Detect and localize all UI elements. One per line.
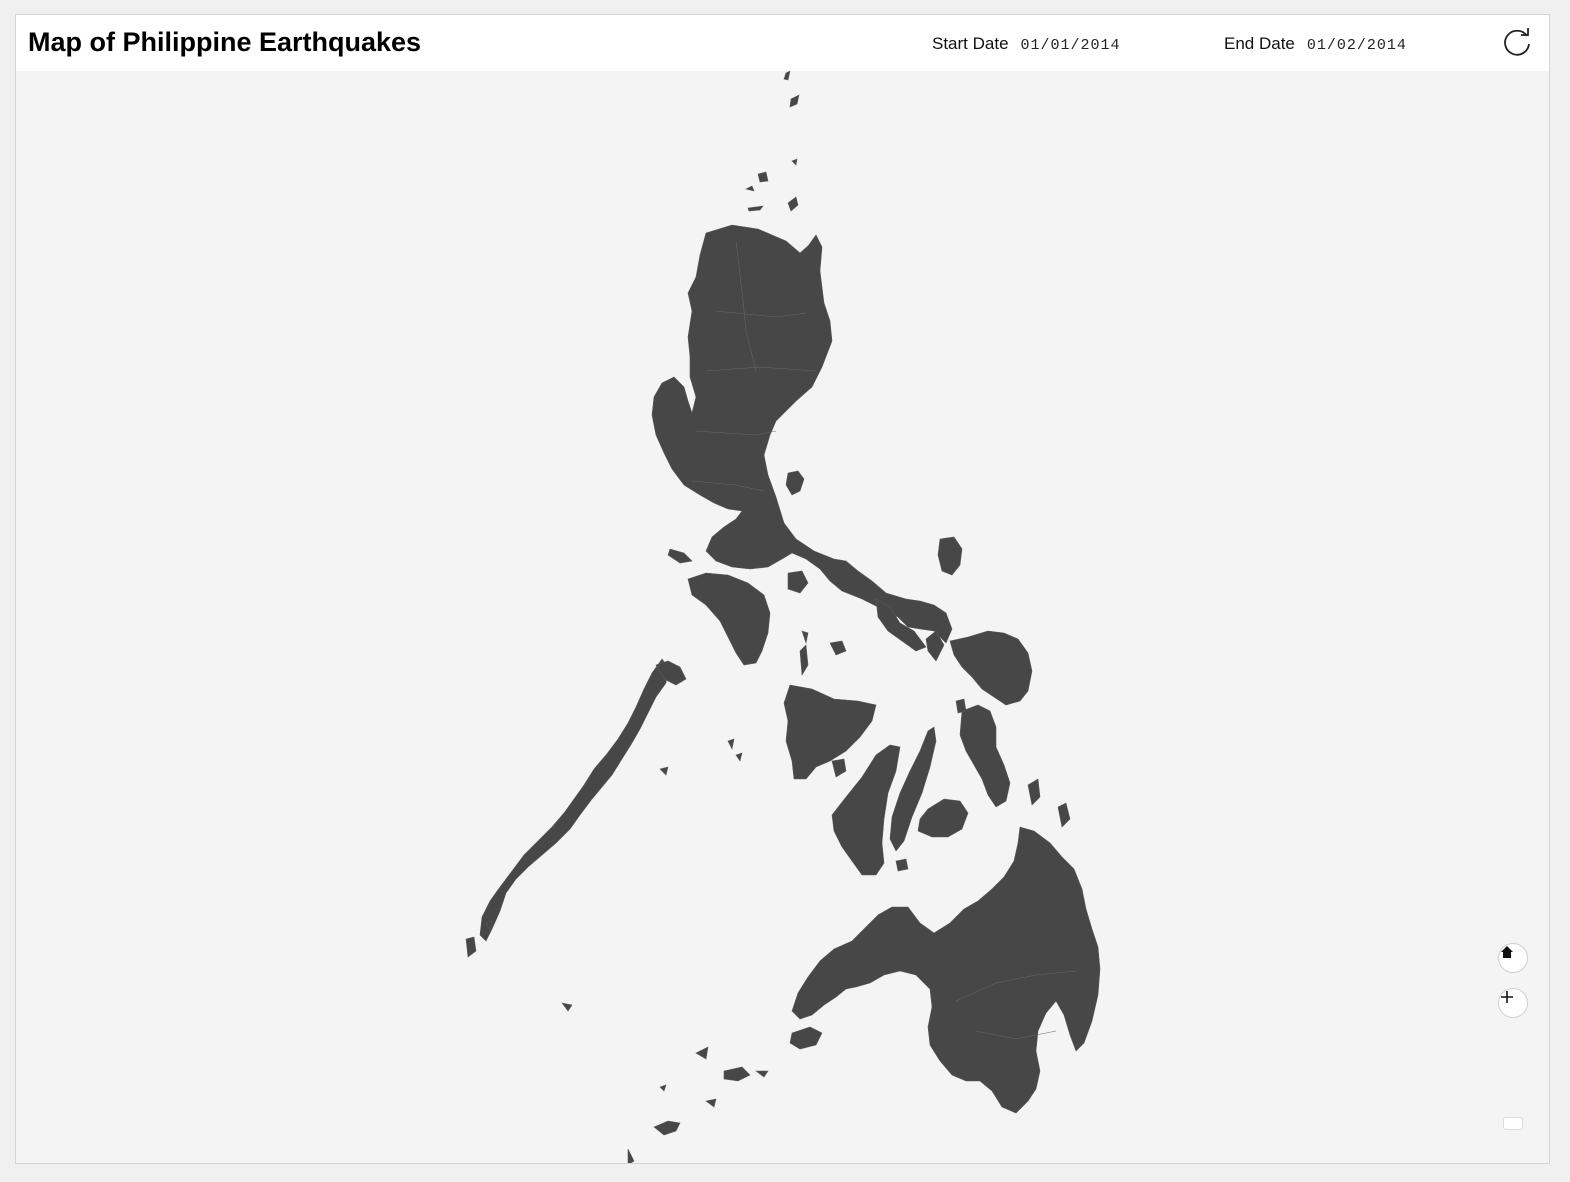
palawan-islet bbox=[465, 936, 477, 958]
tawi-tawi-islet bbox=[653, 1120, 681, 1136]
lubang-islet bbox=[667, 548, 693, 564]
start-date-input[interactable] bbox=[1020, 37, 1151, 54]
babuyan-islet bbox=[745, 185, 755, 192]
babuyan-islet bbox=[791, 158, 798, 166]
basilan-island bbox=[789, 1026, 823, 1050]
refresh-button[interactable] bbox=[1501, 27, 1533, 59]
map-area[interactable] bbox=[16, 71, 1549, 1163]
babuyan-islet bbox=[747, 205, 764, 212]
sulu-islet bbox=[705, 1098, 717, 1108]
zoom-in-button[interactable] bbox=[1498, 988, 1528, 1018]
zoom-slider-track[interactable] bbox=[1503, 1117, 1523, 1130]
start-date-group: Start Date bbox=[932, 34, 1151, 54]
tablas-islet bbox=[799, 644, 809, 676]
panay-island bbox=[783, 684, 877, 780]
sulu-islet bbox=[755, 1070, 769, 1078]
catanduanes-island bbox=[937, 536, 963, 576]
leyte-island bbox=[959, 704, 1011, 808]
siargao-islet bbox=[1057, 802, 1071, 828]
mindoro-island bbox=[687, 572, 771, 666]
header-bar: Map of Philippine Earthquakes Start Date… bbox=[16, 15, 1549, 71]
balabac-islet bbox=[561, 1002, 573, 1012]
page-title: Map of Philippine Earthquakes bbox=[28, 27, 422, 57]
sibuyan-island bbox=[829, 640, 847, 656]
siquijor-islet bbox=[895, 858, 909, 872]
tawi-tawi-islet bbox=[627, 1148, 635, 1163]
mindanao-island bbox=[791, 826, 1101, 1114]
app-frame: Map of Philippine Earthquakes Start Date… bbox=[15, 14, 1550, 1164]
cuyo-islet bbox=[727, 738, 735, 750]
batanes-islet bbox=[783, 71, 791, 81]
palawan-island bbox=[479, 658, 669, 942]
end-date-group: End Date bbox=[1224, 34, 1437, 54]
marinduque-island bbox=[787, 570, 809, 594]
romblon-islet bbox=[801, 630, 809, 645]
bohol-island bbox=[917, 798, 969, 838]
babuyan-islet bbox=[787, 196, 799, 212]
biliran-islet bbox=[955, 698, 967, 714]
sulu-islet bbox=[695, 1046, 709, 1060]
guimaras-islet bbox=[831, 758, 847, 778]
start-date-label: Start Date bbox=[932, 34, 1009, 53]
sulu-islet bbox=[659, 1084, 667, 1092]
philippines-map bbox=[465, 71, 1101, 1163]
batanes-islet bbox=[789, 94, 800, 108]
polillo-island bbox=[785, 470, 805, 496]
home-button[interactable] bbox=[1498, 943, 1528, 973]
babuyan-islet bbox=[757, 171, 769, 183]
dinagat-islet bbox=[1027, 778, 1041, 806]
plus-icon bbox=[1501, 991, 1513, 1003]
home-icon bbox=[1501, 946, 1513, 958]
sulu-islet bbox=[723, 1066, 751, 1082]
cagayancillo-islet bbox=[659, 766, 669, 776]
samar-island bbox=[949, 630, 1033, 706]
refresh-icon bbox=[1504, 28, 1530, 56]
end-date-label: End Date bbox=[1224, 34, 1295, 53]
cuyo-islet bbox=[735, 752, 743, 762]
end-date-input[interactable] bbox=[1306, 37, 1437, 54]
